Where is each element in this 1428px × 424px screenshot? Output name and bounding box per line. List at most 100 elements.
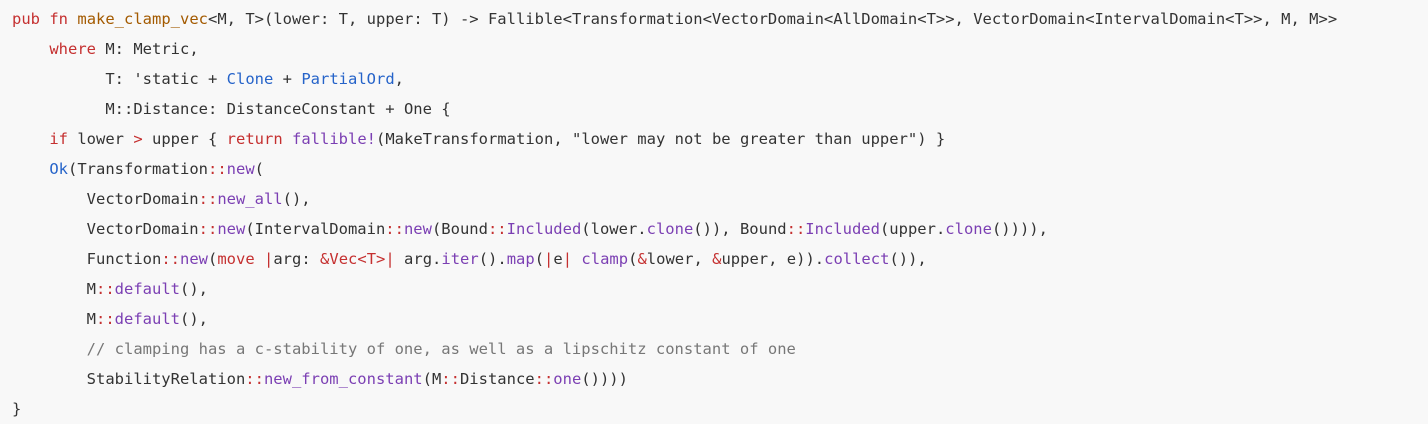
code-token-plain: (). (478, 250, 507, 268)
code-token-plain: (lower. (581, 220, 647, 238)
code-token-sep: :: (487, 220, 507, 238)
code-line: VectorDomain::new(IntervalDomain::new(Bo… (12, 214, 1428, 244)
code-token-fn: make_clamp_vec (77, 10, 209, 28)
code-token-call: default (114, 280, 180, 298)
code-token-plain: Distance (459, 370, 535, 388)
code-token-sep: :: (534, 370, 554, 388)
code-line: VectorDomain::new_all(), (12, 184, 1428, 214)
code-token-plain: ()), Bound (693, 220, 787, 238)
code-line: // clamping has a c-stability of one, as… (12, 334, 1428, 364)
code-token-plain: upper { (142, 130, 227, 148)
code-line: StabilityRelation::new_from_constant(M::… (12, 364, 1428, 394)
code-token-call: new (179, 250, 208, 268)
code-token-call: clamp (581, 250, 629, 268)
code-token-plain: M (86, 280, 96, 298)
code-token-keyword: where (49, 40, 96, 58)
code-line: if lower > upper { return fallible!(Make… (12, 124, 1428, 154)
code-token-sep: :: (207, 160, 227, 178)
code-token-sep: :: (96, 310, 115, 328)
code-token-plain: ( (207, 250, 218, 268)
code-token-plain: (M (422, 370, 442, 388)
code-token-plain: T: 'static + (105, 70, 227, 88)
code-token-plain: (Transformation (68, 160, 208, 178)
code-token-call: new (226, 160, 255, 178)
code-token-op: > (133, 130, 143, 148)
code-line: T: 'static + Clone + PartialOrd, (12, 64, 1428, 94)
code-token-call: Included (805, 220, 880, 238)
code-token-plain: M: Metric, (96, 40, 199, 58)
code-token-call: new_all (217, 190, 283, 208)
code-token-plain: VectorDomain (86, 190, 199, 208)
code-token-sep: :: (161, 250, 180, 268)
code-token-plain: , (394, 70, 404, 88)
code-token-keyword: fn (49, 10, 69, 28)
code-token-sep: :: (385, 220, 404, 238)
code-token-type: Clone (226, 70, 274, 88)
code-token-sep: :: (198, 190, 218, 208)
code-view: pub fn make_clamp_vec<M, T>(lower: T, up… (0, 0, 1428, 418)
code-token-keyword: if (49, 130, 68, 148)
code-token-call: new (403, 220, 432, 238)
code-token-keyword: move (217, 250, 255, 268)
code-token-plain: lower (68, 130, 134, 148)
code-token-op: | (264, 250, 274, 268)
code-token-plain: (upper. (879, 220, 946, 238)
code-token-plain: arg. (394, 250, 442, 268)
code-token-keyword: <T> (357, 250, 386, 268)
code-token-plain: (Bound (431, 220, 488, 238)
code-line: M::default(), (12, 304, 1428, 334)
code-token-op: & (637, 250, 647, 268)
code-token-plain: (IntervalDomain (245, 220, 386, 238)
code-token-call: default (114, 310, 180, 328)
code-token-keyword: return (226, 130, 283, 148)
code-token-plain: ()))) (581, 370, 628, 388)
code-token-plain: upper, e)). (721, 250, 825, 268)
code-token-op: | (562, 250, 573, 268)
code-line: pub fn make_clamp_vec<M, T>(lower: T, up… (12, 4, 1428, 34)
code-line: } (12, 394, 1428, 424)
code-token-call: new (217, 220, 246, 238)
code-line: Ok(Transformation::new( (12, 154, 1428, 184)
code-line: M::Distance: DistanceConstant + One { (12, 94, 1428, 124)
code-token-keyword: pub (12, 10, 40, 28)
code-token-plain: (), (180, 280, 208, 298)
code-line: M::default(), (12, 274, 1428, 304)
code-token-op: | (385, 250, 395, 268)
code-token-call: clone (646, 220, 694, 238)
code-token-plain: e (553, 250, 563, 268)
code-token-plain: } (12, 400, 22, 418)
code-token-plain: (), (282, 190, 311, 208)
code-token-call: Included (506, 220, 582, 238)
code-token-call: map (506, 250, 535, 268)
code-token-plain: ( (534, 250, 545, 268)
code-token-sep: :: (96, 280, 115, 298)
code-token-sep: :: (245, 370, 264, 388)
code-token-keyword: Vec (329, 250, 358, 268)
code-token-plain: Function (86, 250, 162, 268)
code-token-sep: :: (441, 370, 460, 388)
code-token-sep: :: (786, 220, 806, 238)
code-token-plain: ( (254, 160, 264, 178)
code-token-plain: ()), (889, 250, 927, 268)
code-token-call: iter (441, 250, 479, 268)
code-line: Function::new(move |arg: &Vec<T>| arg.it… (12, 244, 1428, 274)
code-token-plain: <M, T>(lower: T, upper: T) -> Fallible<T… (208, 10, 1338, 28)
code-token-op: | (544, 250, 554, 268)
code-token-call: fallible! (292, 130, 377, 148)
